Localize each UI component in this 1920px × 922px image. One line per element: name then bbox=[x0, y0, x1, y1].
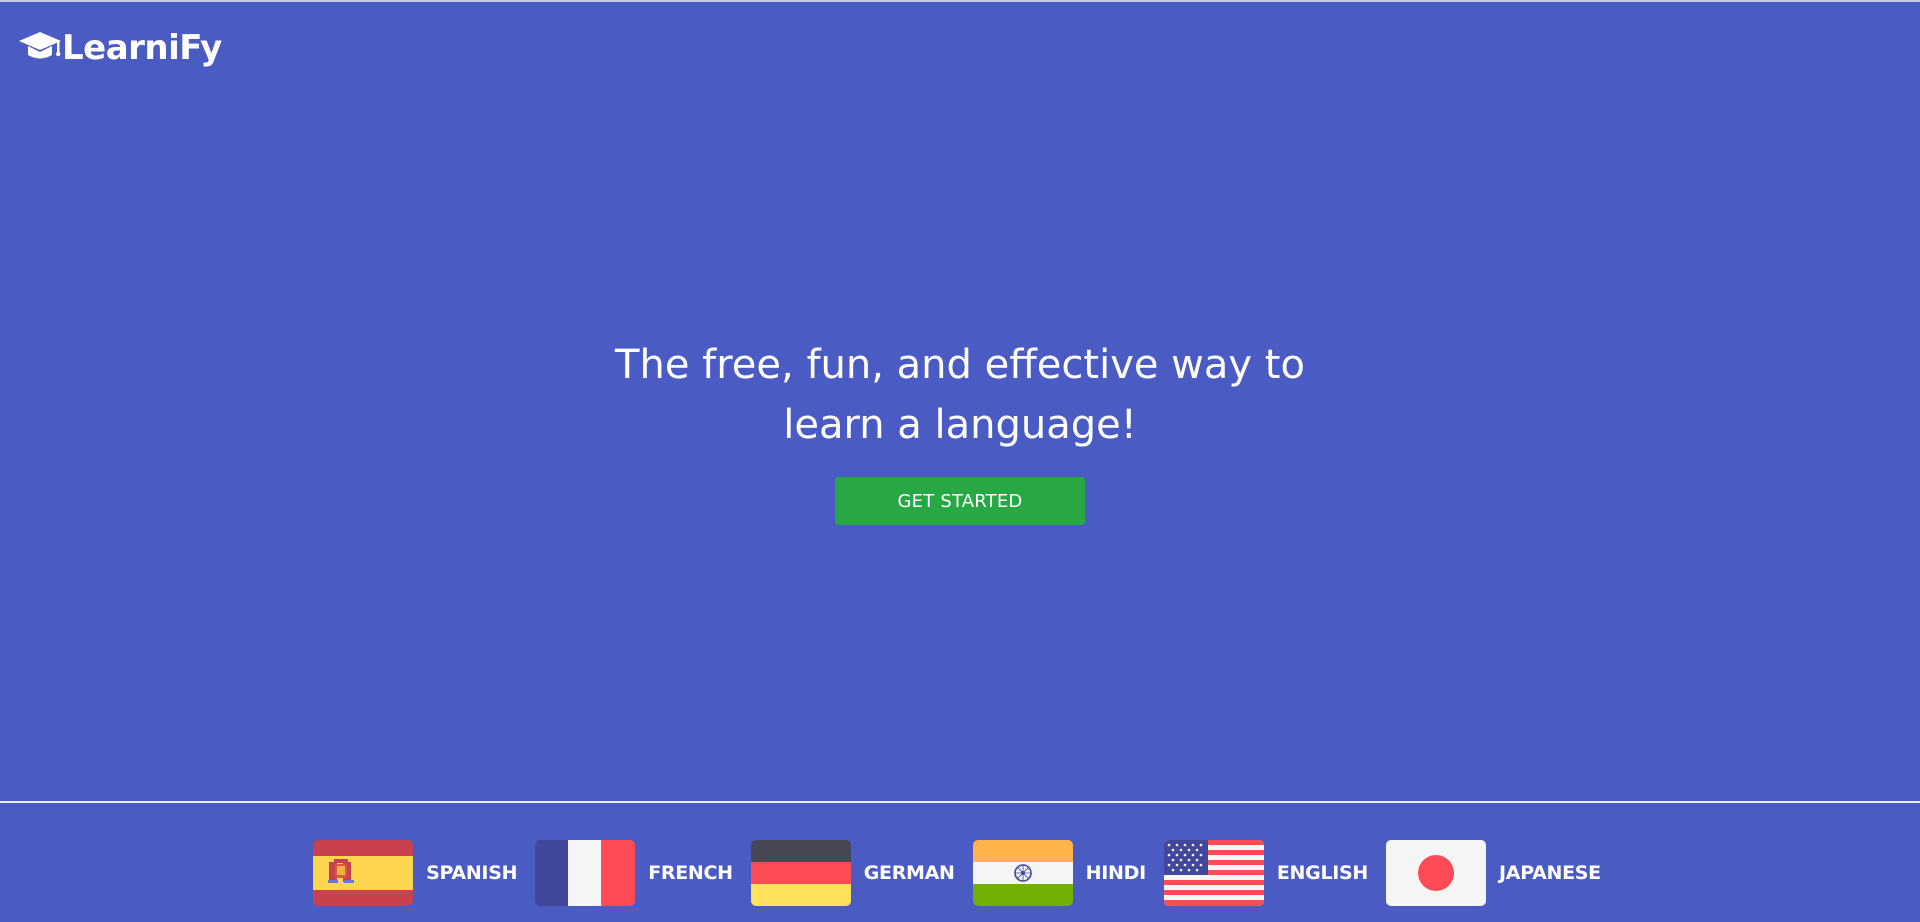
language-label: HINDI bbox=[1085, 862, 1147, 884]
language-item-french[interactable]: FRENCH bbox=[535, 840, 739, 906]
language-label: JAPANESE bbox=[1499, 862, 1601, 884]
spain-flag-icon bbox=[313, 840, 414, 906]
france-flag-icon bbox=[535, 840, 636, 906]
language-label: GERMAN bbox=[863, 862, 955, 884]
usa-flag-icon bbox=[1163, 840, 1264, 906]
india-flag-icon bbox=[972, 840, 1073, 906]
top-divider bbox=[0, 0, 1920, 2]
header: LearniFy bbox=[18, 26, 222, 70]
language-item-english[interactable]: ENGLISH bbox=[1163, 840, 1374, 906]
language-bar: SPANISH FRENCH GERMAN HINDI ENGLISH JAPA… bbox=[0, 840, 1920, 906]
hero-section: The free, fun, and effective way to lear… bbox=[0, 335, 1920, 525]
language-item-spanish[interactable]: SPANISH bbox=[313, 840, 523, 906]
language-item-german[interactable]: GERMAN bbox=[750, 840, 961, 906]
language-label: FRENCH bbox=[648, 862, 733, 884]
language-item-japanese[interactable]: JAPANESE bbox=[1386, 840, 1607, 906]
japan-flag-icon bbox=[1386, 840, 1487, 906]
brand-name[interactable]: LearniFy bbox=[62, 28, 222, 68]
language-label: ENGLISH bbox=[1276, 862, 1369, 884]
headline-line-1: The free, fun, and effective way to bbox=[615, 342, 1305, 388]
hero-headline: The free, fun, and effective way to lear… bbox=[580, 335, 1340, 455]
graduation-cap-icon bbox=[18, 28, 62, 68]
germany-flag-icon bbox=[750, 840, 851, 906]
get-started-button[interactable]: GET STARTED bbox=[835, 477, 1085, 525]
headline-line-2: learn a language! bbox=[783, 402, 1137, 448]
language-item-hindi[interactable]: HINDI bbox=[972, 840, 1152, 906]
language-label: SPANISH bbox=[426, 862, 518, 884]
bottom-divider bbox=[0, 801, 1920, 803]
